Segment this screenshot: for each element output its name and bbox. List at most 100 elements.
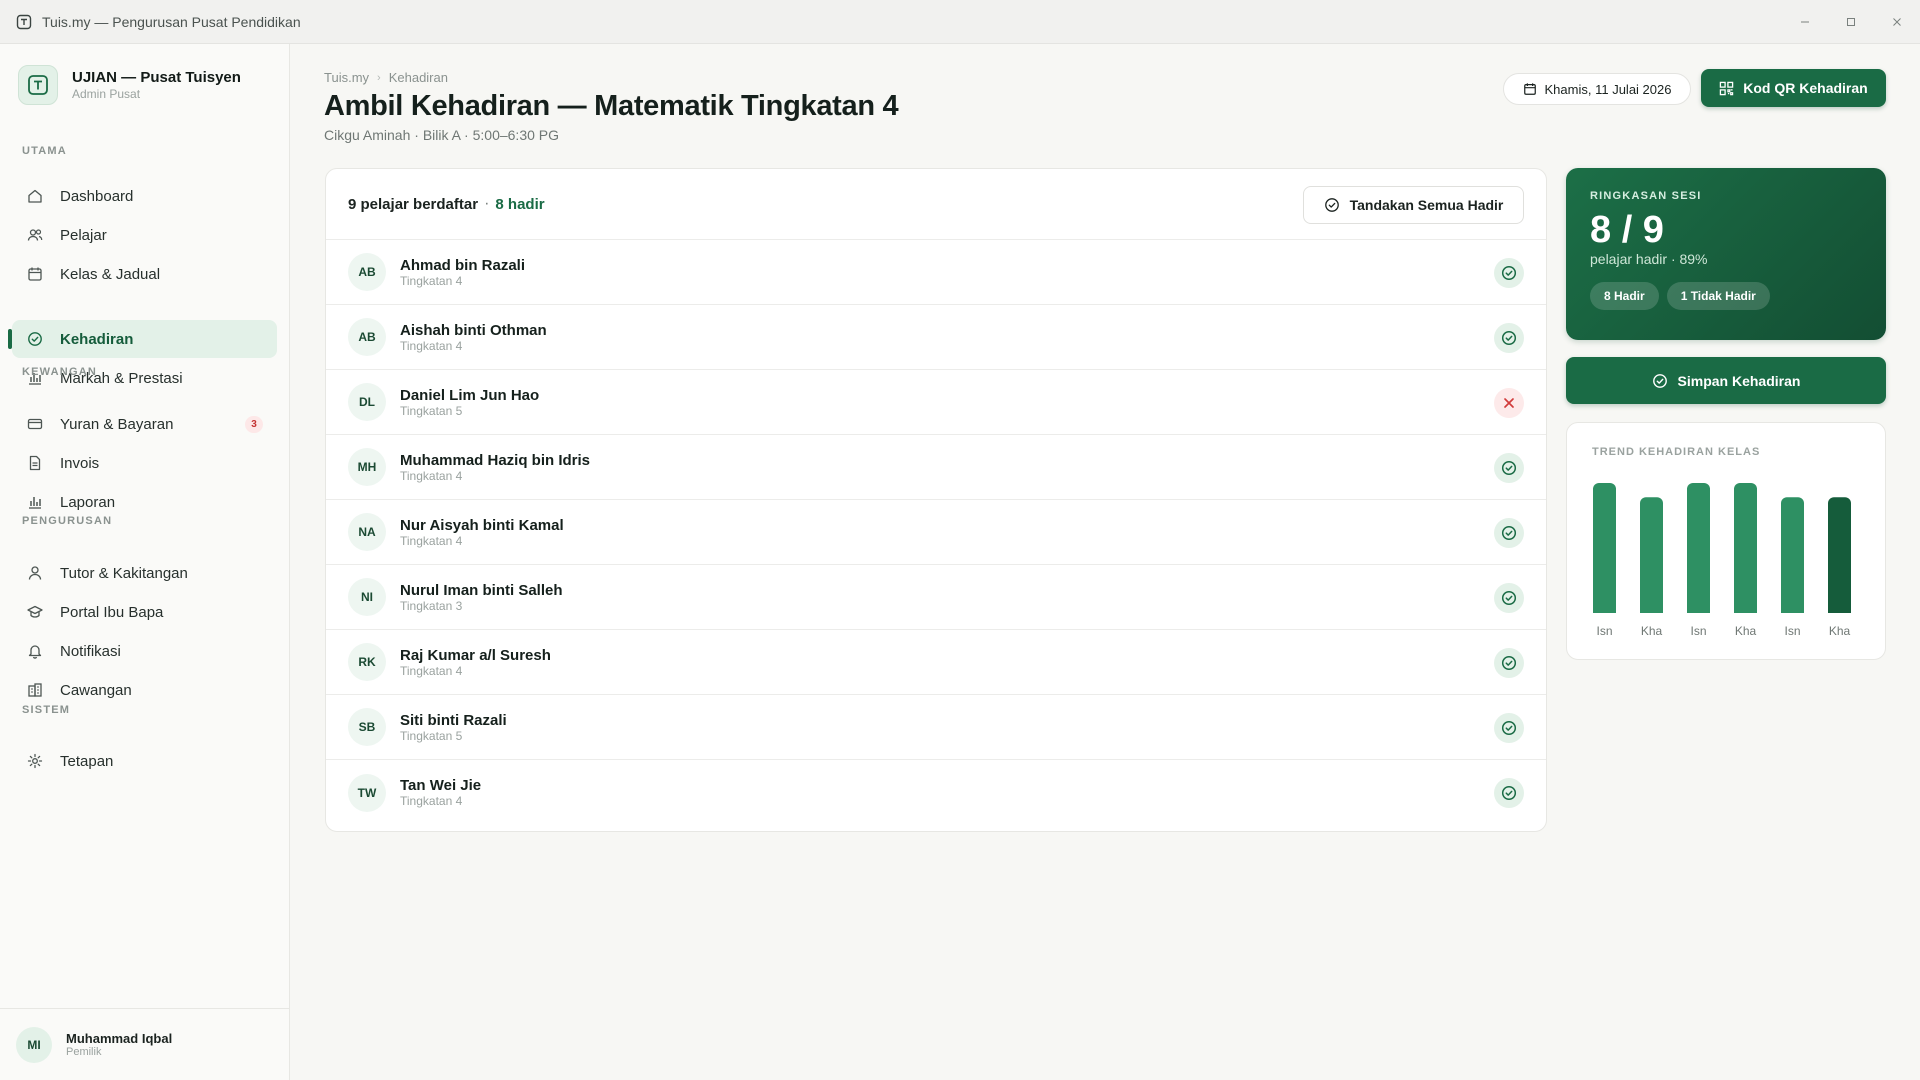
trend-tick-label: Kha xyxy=(1735,624,1757,638)
brand-name: UJIAN — Pusat Tuisyen xyxy=(72,68,241,86)
student-level: Tingkatan 4 xyxy=(400,663,463,678)
summary-subtitle: pelajar hadir · 89% xyxy=(1590,251,1708,267)
sidebar-item-label: Portal Ibu Bapa xyxy=(60,603,164,621)
close-button[interactable] xyxy=(1874,0,1920,44)
trend-bar xyxy=(1828,497,1851,613)
check-circle-icon xyxy=(1324,197,1340,213)
sidebar-item-kehadiran[interactable]: Kehadiran xyxy=(12,320,277,358)
check-circle-icon xyxy=(1501,785,1517,801)
present-toggle[interactable] xyxy=(1494,583,1524,613)
save-label: Simpan Kehadiran xyxy=(1677,372,1801,389)
sidebar-item-pelajar[interactable]: Pelajar xyxy=(12,216,277,254)
qr-code-button[interactable]: Kod QR Kehadiran xyxy=(1701,69,1886,107)
sidebar-item-tutor-kakitangan[interactable]: Tutor & Kakitangan xyxy=(12,554,277,592)
present-toggle[interactable] xyxy=(1494,323,1524,353)
sidebar-item-label: Cawangan xyxy=(60,681,132,699)
avatar: MI xyxy=(16,1026,52,1063)
sidebar-item-label: Notifikasi xyxy=(60,642,121,660)
present-toggle[interactable] xyxy=(1494,778,1524,808)
absent-toggle[interactable] xyxy=(1494,388,1524,418)
user-name: Muhammad Iqbal xyxy=(66,1031,173,1046)
trend-tick-label: Isn xyxy=(1690,624,1706,638)
student-name: Nurul Iman binti Salleh xyxy=(400,581,563,599)
nav-section-utama: UTAMA xyxy=(22,145,67,157)
student-row[interactable]: DL Daniel Lim Jun Hao Tingkatan 5 xyxy=(326,370,1546,435)
qr-code-label: Kod QR Kehadiran xyxy=(1743,80,1868,96)
date-picker[interactable]: Khamis, 11 Julai 2026 xyxy=(1503,73,1691,105)
check-circle-icon xyxy=(1501,655,1517,671)
enrolled-count: 9 pelajar berdaftar xyxy=(348,195,479,213)
present-toggle[interactable] xyxy=(1494,453,1524,483)
check-circle-icon xyxy=(26,330,44,348)
bar-chart-icon xyxy=(26,493,44,511)
minimize-button[interactable] xyxy=(1782,0,1828,44)
student-row[interactable]: NI Nurul Iman binti Salleh Tingkatan 3 xyxy=(326,565,1546,630)
window-title: Tuis.my — Pengurusan Pusat Pendidikan xyxy=(42,13,301,30)
mark-all-label: Tandakan Semua Hadir xyxy=(1349,197,1504,213)
breadcrumb-item-current: Kehadiran xyxy=(388,70,448,85)
sidebar-item-portal-ibu-bapa[interactable]: Portal Ibu Bapa xyxy=(12,593,277,631)
maximize-button[interactable] xyxy=(1828,0,1874,44)
qr-code-icon xyxy=(1719,81,1734,96)
absent-chip: 1 Tidak Hadir xyxy=(1666,282,1770,310)
close-icon xyxy=(1893,18,1901,26)
trend-bar-base xyxy=(1734,607,1757,613)
student-row[interactable]: MH Muhammad Haziq bin Idris Tingkatan 4 xyxy=(326,435,1546,500)
maximize-icon xyxy=(1847,18,1855,26)
student-level: Tingkatan 4 xyxy=(400,468,463,483)
student-name: Aishah binti Othman xyxy=(400,321,547,339)
student-level: Tingkatan 4 xyxy=(400,338,463,353)
sidebar-item-dashboard[interactable]: Dashboard xyxy=(12,177,277,215)
sidebar-item-kelas-jadual[interactable]: Kelas & Jadual xyxy=(12,255,277,293)
student-row[interactable]: SB Siti binti Razali Tingkatan 5 xyxy=(326,695,1546,760)
save-attendance-button[interactable]: Simpan Kehadiran xyxy=(1566,357,1886,404)
student-avatar: MH xyxy=(348,448,386,486)
present-toggle[interactable] xyxy=(1494,648,1524,678)
sidebar-item-yuran-bayaran[interactable]: Yuran & Bayaran 3 xyxy=(12,405,277,443)
check-circle-icon xyxy=(1501,590,1517,606)
present-toggle[interactable] xyxy=(1494,258,1524,288)
minimize-icon xyxy=(1801,21,1809,23)
student-avatar: AB xyxy=(348,253,386,291)
student-name: Raj Kumar a/l Suresh xyxy=(400,646,551,664)
student-row[interactable]: NA Nur Aisyah binti Kamal Tingkatan 4 xyxy=(326,500,1546,565)
student-row[interactable]: AB Ahmad bin Razali Tingkatan 4 xyxy=(326,240,1546,305)
sidebar-item-tetapan[interactable]: Tetapan xyxy=(12,742,277,780)
mark-all-present-button[interactable]: Tandakan Semua Hadir xyxy=(1303,186,1524,224)
student-level: Tingkatan 3 xyxy=(400,598,463,613)
sidebar-item-invois[interactable]: Invois xyxy=(12,444,277,482)
breadcrumb-item-home[interactable]: Tuis.my xyxy=(324,70,369,85)
sidebar: UJIAN — Pusat Tuisyen Admin Pusat UTAMA … xyxy=(0,44,290,1080)
user-role: Pemilik xyxy=(66,1046,102,1058)
student-name: Daniel Lim Jun Hao xyxy=(400,386,540,404)
trend-tick-label: Kha xyxy=(1641,624,1663,638)
trend-bar-base xyxy=(1828,607,1851,613)
present-count: 8 hadir xyxy=(495,195,545,213)
present-toggle[interactable] xyxy=(1494,713,1524,743)
student-avatar: TW xyxy=(348,773,386,812)
trend-bar xyxy=(1781,497,1804,613)
check-circle-icon xyxy=(1501,265,1517,281)
bell-icon xyxy=(26,642,44,660)
student-row[interactable]: RK Raj Kumar a/l Suresh Tingkatan 4 xyxy=(326,630,1546,695)
sidebar-item-notifikasi[interactable]: Notifikasi xyxy=(12,632,277,670)
student-name: Tan Wei Jie xyxy=(400,777,482,794)
nav-section-pengurusan: PENGURUSAN xyxy=(22,515,113,527)
user-profile[interactable]: MI Muhammad Iqbal Pemilik xyxy=(0,1008,290,1080)
student-level: Tingkatan 4 xyxy=(400,794,463,808)
trend-bar xyxy=(1640,497,1663,613)
student-level: Tingkatan 5 xyxy=(400,403,463,418)
student-row[interactable]: TW Tan Wei Jie Tingkatan 4 xyxy=(326,760,1546,825)
users-icon xyxy=(26,226,44,244)
separator-dot: · xyxy=(484,195,490,212)
attendance-trend-card: TREND KEHADIRAN KELAS Isn Kha Isn Kha Isn Kha xyxy=(1566,422,1886,660)
student-row[interactable]: AB Aishah binti Othman Tingkatan 4 xyxy=(326,305,1546,370)
summary-count: 8 / 9 xyxy=(1590,209,1664,251)
student-avatar: DL xyxy=(348,383,386,421)
present-toggle[interactable] xyxy=(1494,518,1524,548)
trend-tick-label: Isn xyxy=(1596,624,1612,638)
graduation-cap-icon xyxy=(26,603,44,621)
page-subtitle: Cikgu Aminah · Bilik A · 5:00–6:30 PG xyxy=(324,127,560,143)
sidebar-item-markah-prestasi[interactable]: Markah & Prestasi xyxy=(12,359,277,397)
credit-card-icon xyxy=(26,415,44,433)
